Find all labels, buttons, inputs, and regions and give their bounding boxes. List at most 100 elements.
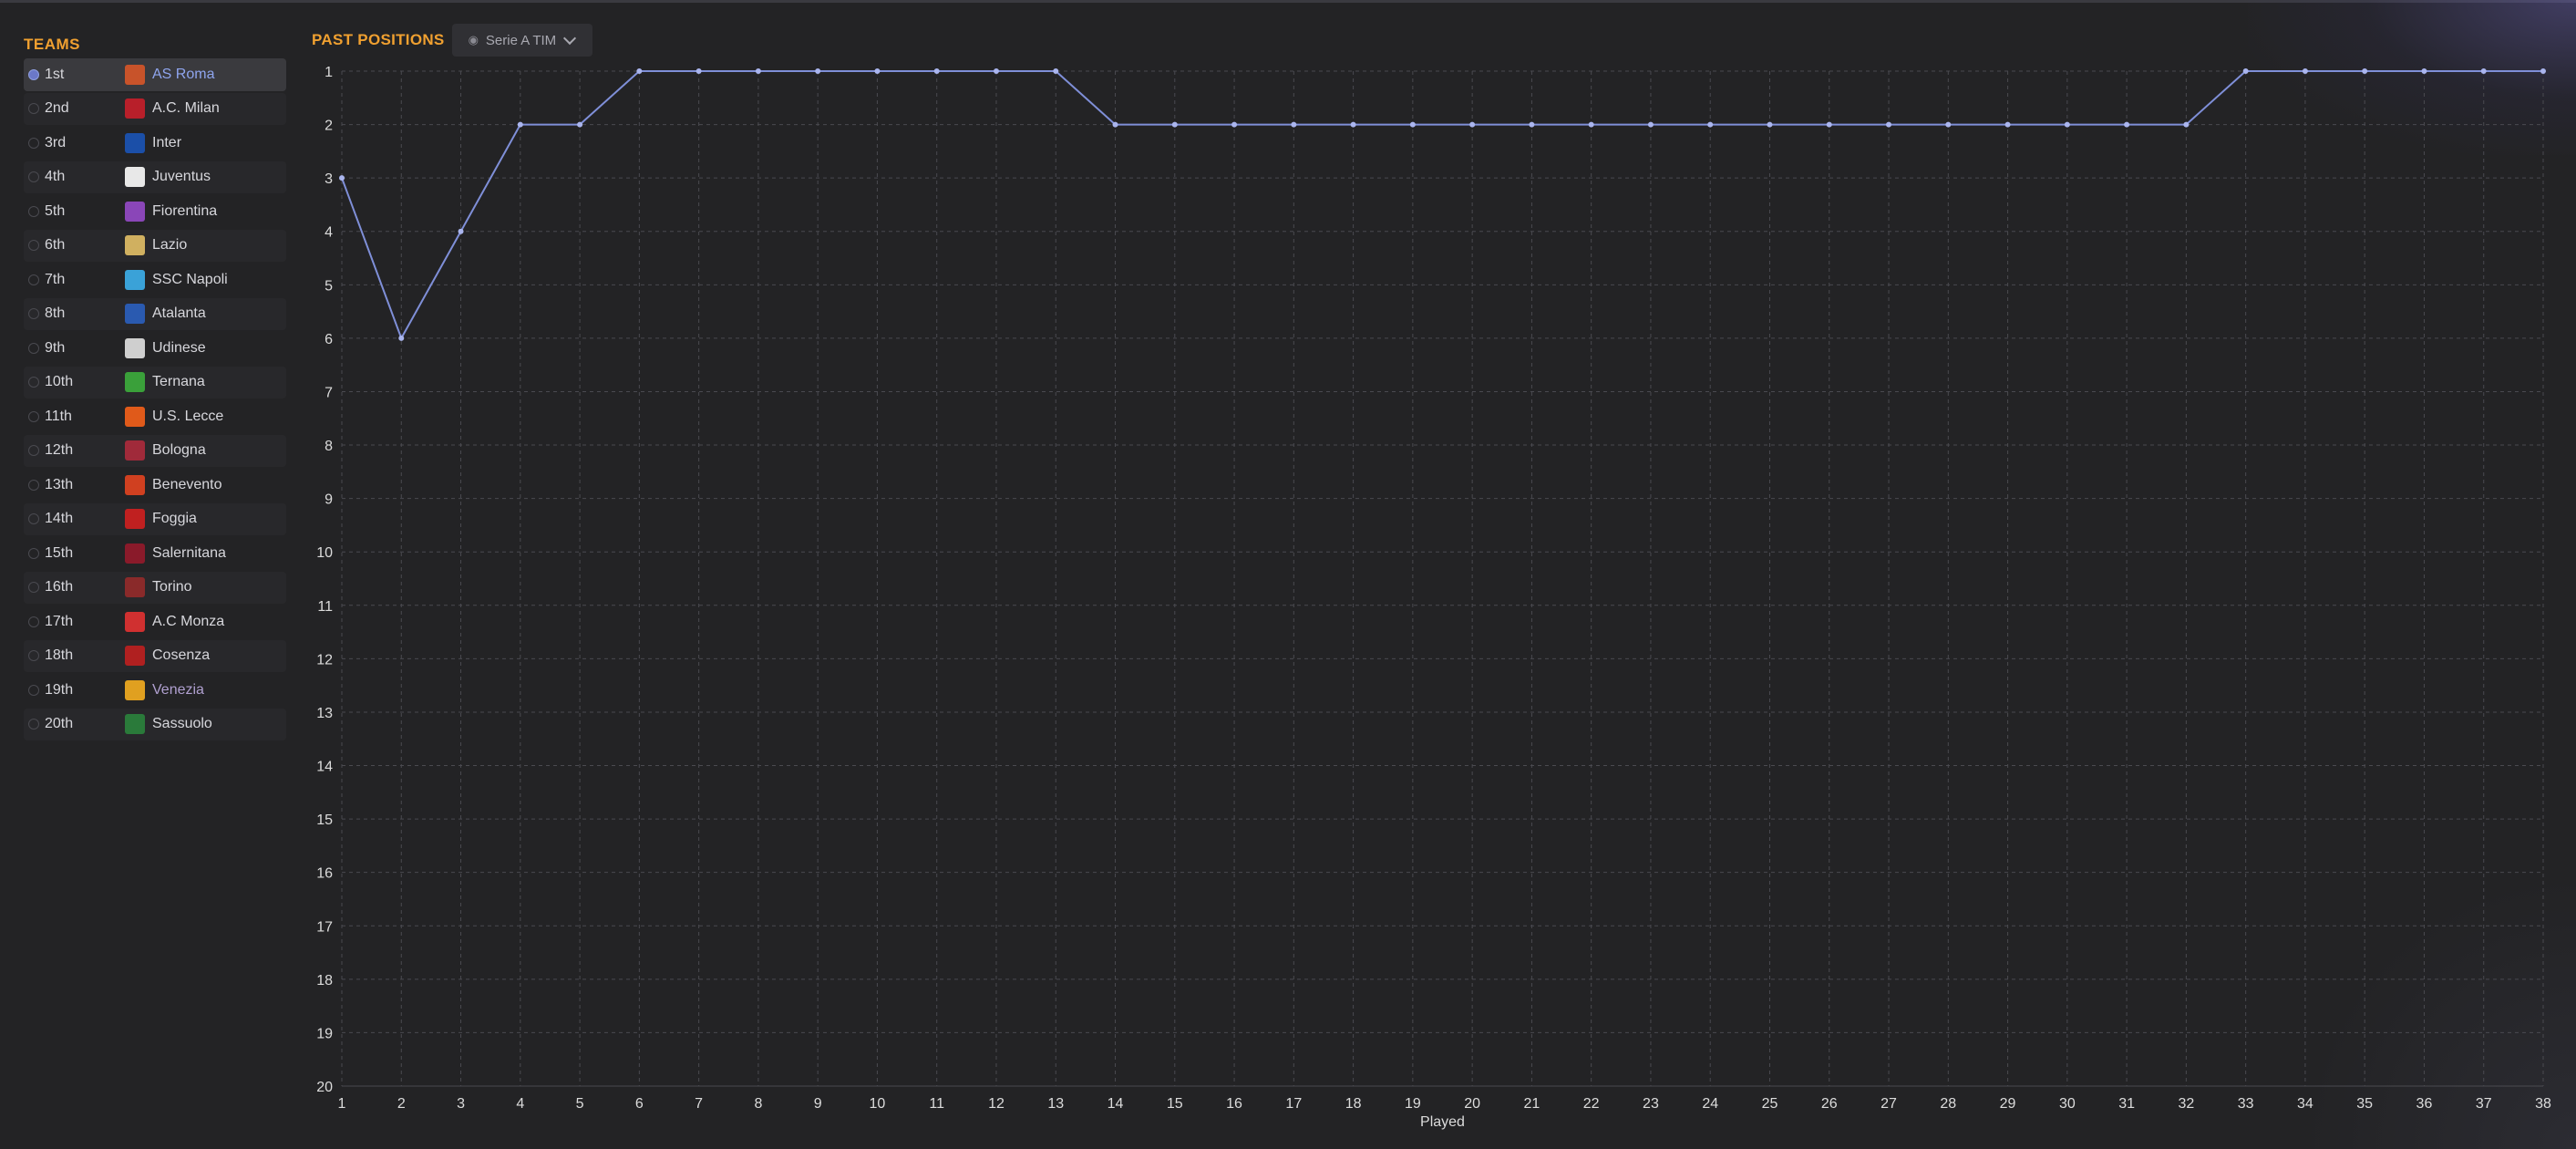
data-point bbox=[874, 68, 881, 74]
team-toggle[interactable] bbox=[28, 171, 39, 183]
team-toggle[interactable] bbox=[28, 103, 39, 115]
team-toggle[interactable] bbox=[28, 719, 39, 730]
x-tick-label: 5 bbox=[576, 1096, 584, 1112]
data-point bbox=[577, 121, 583, 128]
y-tick-label: 1 bbox=[325, 65, 333, 80]
data-point bbox=[1231, 121, 1238, 128]
team-name[interactable]: Lazio bbox=[152, 237, 187, 254]
team-row[interactable]: 2nd A.C. Milan bbox=[24, 92, 286, 125]
chart-header: PAST POSITIONS ◉ Serie A TIM bbox=[312, 24, 593, 57]
y-tick-label: 4 bbox=[325, 225, 333, 241]
team-name[interactable]: Inter bbox=[152, 135, 181, 151]
team-name[interactable]: AS Roma bbox=[152, 67, 214, 83]
x-tick-label: 6 bbox=[635, 1096, 644, 1112]
team-toggle[interactable] bbox=[28, 616, 39, 627]
team-toggle[interactable] bbox=[28, 650, 39, 662]
x-tick-label: 38 bbox=[2535, 1096, 2551, 1112]
team-name[interactable]: Salernitana bbox=[152, 545, 226, 562]
x-tick-label: 3 bbox=[457, 1096, 465, 1112]
team-name[interactable]: Fiorentina bbox=[152, 203, 217, 220]
data-point bbox=[1053, 68, 1059, 74]
team-row[interactable]: 16th Torino bbox=[24, 571, 286, 604]
team-row[interactable]: 5th Fiorentina bbox=[24, 195, 286, 228]
team-name[interactable]: Atalanta bbox=[152, 305, 206, 322]
team-row[interactable]: 3rd Inter bbox=[24, 127, 286, 160]
team-position: 5th bbox=[45, 202, 66, 219]
data-point bbox=[339, 175, 345, 181]
team-crest-icon bbox=[125, 372, 145, 393]
team-row[interactable]: 14th Foggia bbox=[24, 502, 286, 535]
x-tick-label: 2 bbox=[397, 1096, 406, 1112]
y-tick-label: 16 bbox=[316, 866, 333, 882]
team-row[interactable]: 20th Sassuolo bbox=[24, 708, 286, 740]
team-row[interactable]: 15th Salernitana bbox=[24, 537, 286, 570]
x-tick-label: 30 bbox=[2059, 1096, 2076, 1112]
team-crest-icon bbox=[125, 714, 145, 735]
team-toggle[interactable] bbox=[28, 547, 39, 559]
team-toggle[interactable] bbox=[28, 240, 39, 252]
team-position: 6th bbox=[45, 237, 66, 254]
x-tick-label: 16 bbox=[1226, 1096, 1242, 1112]
team-position: 4th bbox=[45, 169, 66, 185]
series-line bbox=[341, 70, 2543, 341]
team-position: 9th bbox=[45, 339, 66, 356]
team-name[interactable]: A.C Monza bbox=[152, 614, 224, 630]
team-name[interactable]: U.S. Lecce bbox=[152, 409, 223, 425]
team-name[interactable]: Sassuolo bbox=[152, 716, 212, 732]
team-toggle[interactable] bbox=[28, 684, 39, 696]
team-row[interactable]: 17th A.C Monza bbox=[24, 606, 286, 638]
y-tick-label: 15 bbox=[316, 813, 333, 828]
team-toggle[interactable] bbox=[28, 445, 39, 457]
x-tick-label: 18 bbox=[1345, 1096, 1362, 1112]
x-tick-label: 27 bbox=[1880, 1096, 1897, 1112]
team-row[interactable]: 11th U.S. Lecce bbox=[24, 400, 286, 433]
team-name[interactable]: Foggia bbox=[152, 511, 197, 527]
team-row[interactable]: 19th Venezia bbox=[24, 674, 286, 707]
team-toggle[interactable] bbox=[28, 582, 39, 594]
data-point bbox=[517, 121, 523, 128]
team-name[interactable]: Cosenza bbox=[152, 647, 210, 664]
team-toggle[interactable] bbox=[28, 308, 39, 320]
data-point bbox=[2064, 121, 2070, 128]
team-name[interactable]: A.C. Milan bbox=[152, 100, 220, 117]
team-crest-icon bbox=[125, 509, 145, 530]
team-row[interactable]: 10th Ternana bbox=[24, 366, 286, 399]
team-toggle[interactable] bbox=[28, 274, 39, 285]
team-toggle[interactable] bbox=[28, 68, 39, 80]
team-name[interactable]: Benevento bbox=[152, 477, 222, 493]
team-row[interactable]: 1st AS Roma bbox=[24, 58, 286, 91]
team-toggle[interactable] bbox=[28, 410, 39, 422]
competition-dropdown[interactable]: ◉ Serie A TIM bbox=[451, 24, 593, 57]
team-row[interactable]: 6th Lazio bbox=[24, 229, 286, 262]
team-row[interactable]: 7th SSC Napoli bbox=[24, 264, 286, 296]
team-row[interactable]: 18th Cosenza bbox=[24, 639, 286, 672]
team-toggle[interactable] bbox=[28, 377, 39, 388]
team-name[interactable]: Udinese bbox=[152, 340, 206, 357]
data-point bbox=[1291, 121, 1297, 128]
team-row[interactable]: 8th Atalanta bbox=[24, 297, 286, 330]
y-tick-label: 7 bbox=[325, 385, 333, 400]
team-position: 1st bbox=[45, 66, 65, 82]
team-crest-icon bbox=[125, 98, 145, 119]
team-row[interactable]: 13th Benevento bbox=[24, 469, 286, 502]
team-toggle[interactable] bbox=[28, 342, 39, 354]
team-toggle[interactable] bbox=[28, 513, 39, 525]
team-row[interactable]: 12th Bologna bbox=[24, 434, 286, 467]
team-name[interactable]: Juventus bbox=[152, 169, 211, 185]
team-name[interactable]: Bologna bbox=[152, 442, 206, 459]
team-toggle[interactable] bbox=[28, 137, 39, 149]
x-tick-label: 35 bbox=[2356, 1096, 2373, 1112]
team-name[interactable]: Ternana bbox=[152, 374, 205, 390]
team-name[interactable]: Torino bbox=[152, 579, 192, 595]
x-tick-label: 21 bbox=[1524, 1096, 1540, 1112]
team-name[interactable]: Venezia bbox=[152, 682, 204, 699]
team-crest-icon bbox=[125, 269, 145, 290]
team-toggle[interactable] bbox=[28, 479, 39, 491]
team-name[interactable]: SSC Napoli bbox=[152, 272, 228, 288]
team-row[interactable]: 9th Udinese bbox=[24, 332, 286, 365]
top-border bbox=[0, 0, 2576, 3]
team-toggle[interactable] bbox=[28, 205, 39, 217]
team-row[interactable]: 4th Juventus bbox=[24, 160, 286, 193]
y-tick-label: 2 bbox=[325, 119, 333, 134]
data-point bbox=[933, 68, 940, 74]
